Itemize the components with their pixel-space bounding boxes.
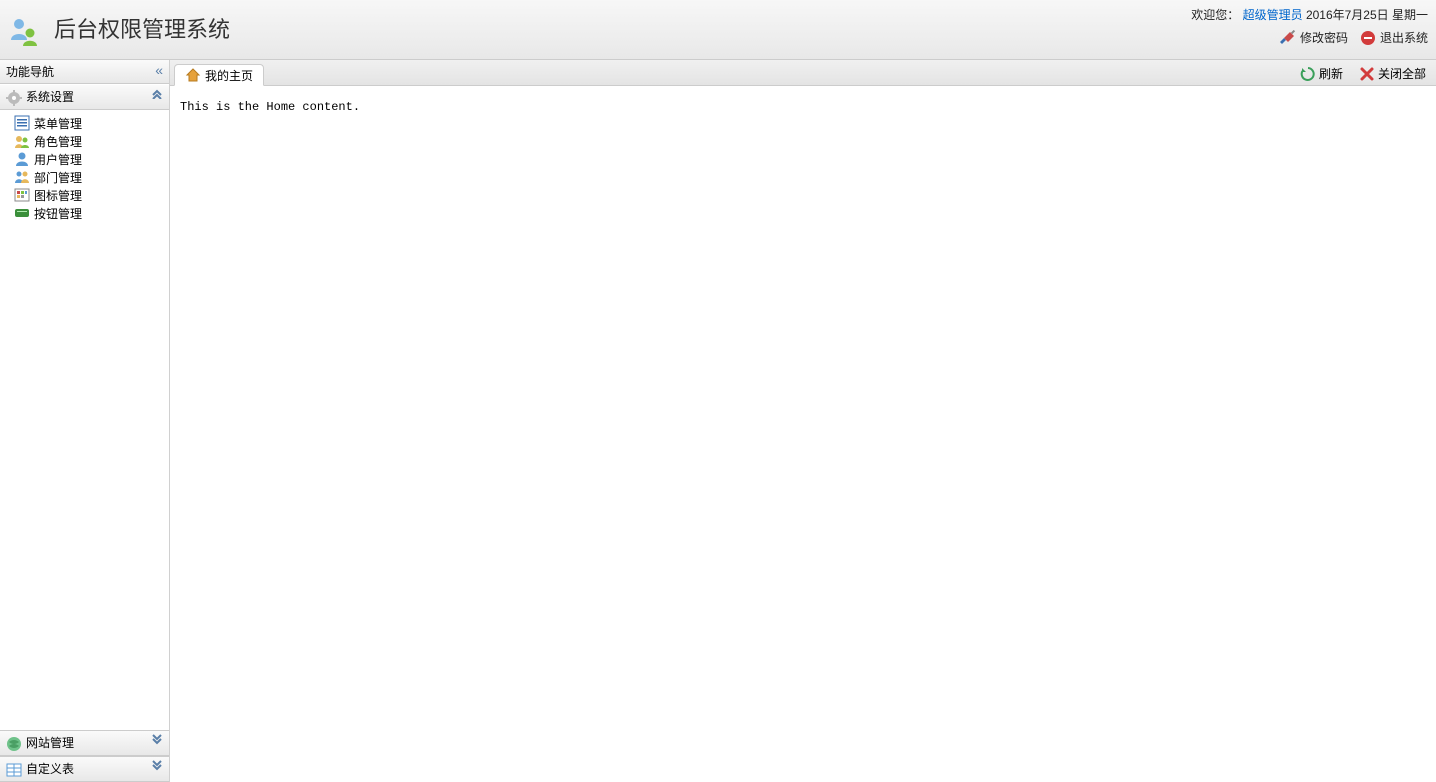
logout-link[interactable]: 退出系统	[1360, 29, 1428, 46]
nav-item-icon-mgmt[interactable]: 图标管理	[0, 186, 169, 204]
chevron-down-icon	[151, 730, 163, 756]
change-password-label: 修改密码	[1300, 29, 1348, 46]
sidebar: 功能导航 系统设置	[0, 60, 170, 782]
panel-body-system: 菜单管理 角色管理 用户管理 部门管理	[0, 110, 169, 730]
panel-title-custom: 自定义表	[26, 756, 74, 782]
sidebar-title-bar: 功能导航	[0, 60, 169, 84]
nav-item-button-mgmt[interactable]: 按钮管理	[0, 204, 169, 222]
dept-icon	[14, 169, 30, 185]
role-icon	[14, 133, 30, 149]
change-password-link[interactable]: 修改密码	[1280, 29, 1348, 46]
nav-item-user-mgmt[interactable]: 用户管理	[0, 150, 169, 168]
app-title: 后台权限管理系统	[54, 0, 230, 60]
table-icon	[6, 761, 22, 777]
tab-home[interactable]: 我的主页	[174, 64, 264, 86]
panel-header-site[interactable]: 网站管理	[0, 730, 169, 756]
chevron-up-icon	[151, 84, 163, 110]
user-icon	[14, 151, 30, 167]
close-all-button[interactable]: 关闭全部	[1355, 63, 1430, 84]
panel-header-custom[interactable]: 自定义表	[0, 756, 169, 782]
welcome-line: 欢迎您： 超级管理员 2016年7月25日 星期一	[1191, 6, 1428, 23]
panel-title-system: 系统设置	[26, 84, 74, 110]
panel-header-system[interactable]: 系统设置	[0, 84, 169, 110]
refresh-button[interactable]: 刷新	[1296, 63, 1347, 84]
nav-label: 菜单管理	[34, 115, 82, 132]
sidebar-title: 功能导航	[6, 60, 54, 84]
panel-title-site: 网站管理	[26, 730, 74, 756]
tab-content: This is the Home content.	[170, 86, 1436, 782]
tools-icon	[1280, 30, 1296, 46]
refresh-icon	[1300, 66, 1316, 82]
main-area: 我的主页 刷新 关闭全部	[170, 60, 1436, 782]
logout-label: 退出系统	[1380, 29, 1428, 46]
current-user-link[interactable]: 超级管理员	[1243, 8, 1303, 22]
stop-icon	[1360, 30, 1376, 46]
nav-label: 角色管理	[34, 133, 82, 150]
welcome-prefix: 欢迎您：	[1191, 8, 1239, 22]
app-logo-icon	[8, 14, 40, 46]
gear-icon	[6, 89, 22, 105]
nav-label: 部门管理	[34, 169, 82, 186]
close-all-label: 关闭全部	[1378, 65, 1426, 82]
home-icon	[185, 67, 201, 83]
globe-icon	[6, 735, 22, 751]
iconset-icon	[14, 187, 30, 203]
nav-label: 按钮管理	[34, 205, 82, 222]
button-icon	[14, 205, 30, 221]
app-header: 后台权限管理系统 欢迎您： 超级管理员 2016年7月25日 星期一 修改密码	[0, 0, 1436, 60]
sidebar-collapse-icon[interactable]	[155, 60, 163, 85]
nav-item-dept-mgmt[interactable]: 部门管理	[0, 168, 169, 186]
tab-bar: 我的主页 刷新 关闭全部	[170, 60, 1436, 86]
nav-label: 用户管理	[34, 151, 82, 168]
refresh-label: 刷新	[1319, 65, 1343, 82]
nav-item-role-mgmt[interactable]: 角色管理	[0, 132, 169, 150]
chevron-down-icon	[151, 756, 163, 782]
current-date: 2016年7月25日 星期一	[1306, 8, 1428, 22]
nav-label: 图标管理	[34, 187, 82, 204]
tab-home-label: 我的主页	[205, 67, 253, 84]
close-icon	[1359, 66, 1375, 82]
menu-icon	[14, 115, 30, 131]
nav-item-menu-mgmt[interactable]: 菜单管理	[0, 114, 169, 132]
